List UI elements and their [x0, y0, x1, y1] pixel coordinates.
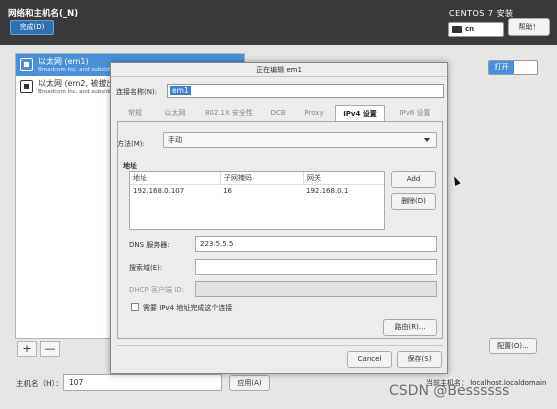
- dialog-title: 正在编辑 em1: [111, 63, 447, 77]
- dialog-divider: [117, 345, 443, 346]
- address-section-title: 地址: [123, 162, 137, 170]
- column-header-netmask: 子网掩码: [220, 172, 252, 185]
- connection-name-value: em1: [170, 86, 191, 95]
- interface-toggle[interactable]: 打开: [488, 60, 538, 75]
- save-button[interactable]: 保存(S): [397, 351, 442, 368]
- tab-general[interactable]: 常规: [117, 105, 153, 121]
- dns-servers-label: DNS 服务器:: [129, 241, 170, 249]
- ethernet-icon: [20, 80, 33, 93]
- tab-dcb[interactable]: DCB: [263, 105, 293, 121]
- tab-proxy[interactable]: Proxy: [297, 105, 331, 121]
- method-select[interactable]: 手动: [163, 132, 437, 148]
- method-label: 方法(M):: [117, 140, 145, 148]
- method-value: 手动: [168, 136, 182, 144]
- table-row[interactable]: 192.168.0.107 16 192.168.0.1: [130, 185, 384, 198]
- installer-title: CENTOS 7 安装: [449, 9, 514, 18]
- gateway-cell: 192.168.0.1: [306, 187, 349, 195]
- keyboard-layout-label: cn: [465, 25, 475, 33]
- connection-name-input[interactable]: em1: [167, 84, 444, 98]
- tab-ipv6-settings[interactable]: IPv6 设置: [389, 105, 441, 121]
- page-title: 网络和主机名(_N): [8, 9, 79, 19]
- remove-interface-button[interactable]: —: [40, 341, 60, 357]
- address-cell: 192.168.0.107: [133, 187, 185, 195]
- netmask-cell: 16: [223, 187, 232, 195]
- top-header: 网络和主机名(_N) 完成(D) CENTOS 7 安装 cn 帮助！: [0, 0, 557, 45]
- search-domains-label: 搜索域(E):: [129, 264, 163, 272]
- dhcp-client-id-input[interactable]: [195, 281, 437, 297]
- add-interface-button[interactable]: +: [17, 341, 37, 357]
- connection-name-label: 连接名称(N):: [116, 88, 158, 96]
- column-header-address: 地址: [133, 174, 147, 182]
- configure-button[interactable]: 配置(O)...: [489, 338, 537, 354]
- edit-connection-dialog: 正在编辑 em1 连接名称(N): em1 常规 以太网 802.1X 安全性 …: [110, 62, 448, 374]
- routes-button[interactable]: 路由(R)...: [383, 319, 437, 336]
- dns-servers-input[interactable]: 223.5.5.5: [195, 236, 437, 252]
- column-header-gateway: 网关: [303, 172, 321, 185]
- settings-tabs: 常规 以太网 802.1X 安全性 DCB Proxy IPv4 设置 IPv6…: [117, 105, 443, 121]
- hostname-input[interactable]: 107: [63, 374, 222, 391]
- hostname-label: 主机名（H）：: [16, 379, 63, 388]
- delete-address-button[interactable]: 删除(D): [391, 193, 436, 210]
- help-button[interactable]: 帮助！: [508, 18, 550, 36]
- address-table: 地址 子网掩码 网关 192.168.0.107 16 192.168.0.1: [129, 171, 385, 230]
- require-ipv4-label: 需要 IPv4 地址完成这个连接: [143, 304, 233, 312]
- address-table-header: 地址 子网掩码 网关: [130, 172, 384, 185]
- mouse-cursor-icon: [451, 175, 461, 186]
- keyboard-layout-indicator[interactable]: cn: [448, 22, 504, 37]
- keyboard-icon: [452, 25, 462, 33]
- tab-ethernet[interactable]: 以太网: [155, 105, 195, 121]
- tab-8021x-security[interactable]: 802.1X 安全性: [197, 105, 261, 121]
- tab-ipv4-settings[interactable]: IPv4 设置: [335, 105, 385, 121]
- ethernet-icon: [20, 58, 33, 71]
- dhcp-client-id-label: DHCP 客户端 ID:: [129, 286, 185, 294]
- toggle-on-label: 打开: [489, 61, 514, 74]
- apply-button[interactable]: 应用(A): [229, 375, 270, 391]
- require-ipv4-checkbox[interactable]: [131, 303, 139, 311]
- dropdown-arrow-icon: [424, 138, 430, 142]
- done-button[interactable]: 完成(D): [10, 20, 54, 35]
- search-domains-input[interactable]: [195, 259, 437, 275]
- watermark: CSDN @Bessssss: [389, 383, 510, 399]
- cancel-button[interactable]: Cancel: [347, 351, 392, 368]
- add-address-button[interactable]: Add: [391, 171, 436, 188]
